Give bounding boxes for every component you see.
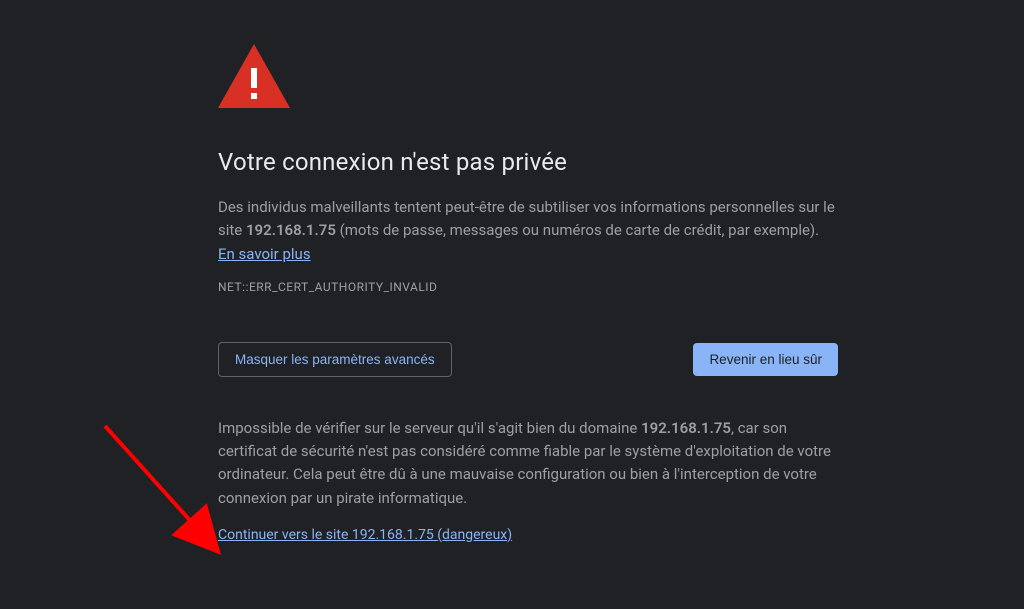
- ssl-warning-container: Votre connexion n'est pas privée Des ind…: [218, 0, 838, 543]
- error-code: NET::ERR_CERT_AUTHORITY_INVALID: [218, 280, 838, 294]
- warning-paragraph: Des individus malveillants tentent peut-…: [218, 196, 838, 266]
- hide-advanced-button[interactable]: Masquer les paramètres avancés: [218, 342, 452, 377]
- danger-triangle-icon: [218, 44, 838, 112]
- advanced-domain: 192.168.1.75: [641, 419, 731, 437]
- warning-text-suffix: (mots de passe, messages ou numéros de c…: [336, 221, 819, 239]
- proceed-unsafe-link[interactable]: Continuer vers le site 192.168.1.75 (dan…: [218, 527, 512, 543]
- learn-more-link[interactable]: En savoir plus: [218, 245, 311, 263]
- warning-domain: 192.168.1.75: [246, 221, 336, 239]
- advanced-explanation: Impossible de vérifier sur le serveur qu…: [218, 417, 838, 510]
- advanced-prefix: Impossible de vérifier sur le serveur qu…: [218, 419, 641, 437]
- annotation-arrow-icon: [95, 418, 235, 568]
- page-title: Votre connexion n'est pas privée: [218, 148, 838, 176]
- button-row: Masquer les paramètres avancés Revenir e…: [218, 342, 838, 377]
- back-to-safety-button[interactable]: Revenir en lieu sûr: [693, 343, 838, 376]
